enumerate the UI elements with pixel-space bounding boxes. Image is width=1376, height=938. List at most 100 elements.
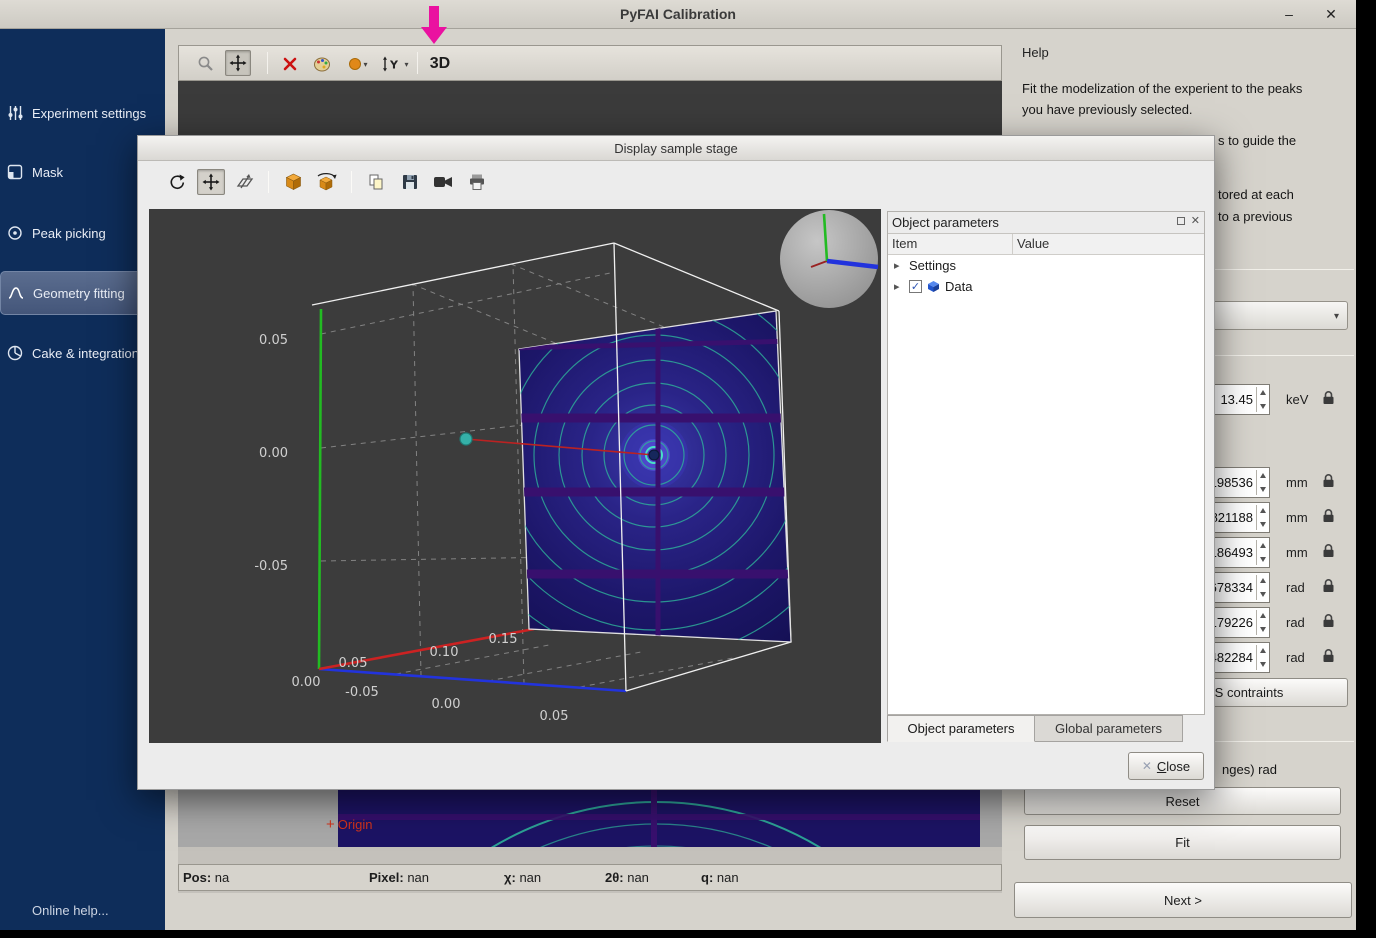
sidebar-item-label: Cake & integration bbox=[32, 346, 139, 361]
plane-select-button[interactable] bbox=[231, 169, 259, 195]
rotate-icon bbox=[167, 172, 187, 192]
display-sample-stage-dialog: Display sample stage bbox=[137, 135, 1215, 790]
svg-text:Y: Y bbox=[389, 59, 399, 72]
svg-text:0.10: 0.10 bbox=[430, 645, 459, 660]
param-unit: mm bbox=[1286, 545, 1308, 560]
spin-buttons[interactable] bbox=[1256, 470, 1268, 495]
param-lock-button[interactable] bbox=[1322, 613, 1335, 633]
svg-text:0.15: 0.15 bbox=[489, 632, 518, 647]
close-window-button[interactable]: ✕ bbox=[1320, 4, 1342, 24]
param-lock-button[interactable] bbox=[1322, 648, 1335, 668]
title-bar: PyFAI Calibration – ✕ bbox=[0, 0, 1356, 29]
toolbar-separator bbox=[417, 52, 418, 74]
spin-up-icon[interactable] bbox=[1260, 390, 1266, 395]
padlock-icon bbox=[1322, 473, 1335, 488]
tab-global-parameters[interactable]: Global parameters bbox=[1035, 715, 1183, 742]
param-lock-button[interactable] bbox=[1322, 508, 1335, 528]
spin-buttons[interactable] bbox=[1256, 540, 1268, 565]
expander-icon[interactable]: ▸ bbox=[894, 280, 904, 293]
red-cross-icon bbox=[282, 56, 298, 72]
video-camera-icon bbox=[433, 174, 453, 190]
beam-center-marker bbox=[649, 450, 659, 460]
sidebar-item-experiment-settings[interactable]: Experiment settings bbox=[0, 91, 165, 135]
dialog-title-bar: Display sample stage bbox=[138, 136, 1214, 161]
pan-view-button[interactable] bbox=[197, 169, 225, 195]
param-unit: rad bbox=[1286, 650, 1305, 665]
target-icon bbox=[6, 224, 24, 242]
pan-tool-button[interactable] bbox=[225, 50, 251, 76]
copy-icon bbox=[367, 173, 385, 191]
spin-buttons[interactable] bbox=[1256, 610, 1268, 635]
panel-title: Object parameters bbox=[892, 215, 999, 230]
spin-buttons[interactable] bbox=[1256, 645, 1268, 670]
dialog-title: Display sample stage bbox=[614, 141, 738, 156]
clear-button[interactable] bbox=[277, 53, 303, 75]
pie-icon bbox=[6, 344, 24, 362]
help-text-fragment: to a previous bbox=[1218, 209, 1292, 224]
spin-buttons[interactable] bbox=[1256, 505, 1268, 530]
reset-button[interactable]: Reset bbox=[1024, 787, 1341, 815]
param-unit: mm bbox=[1286, 475, 1308, 490]
window-title: PyFAI Calibration bbox=[0, 6, 1356, 22]
combo-caret-icon: ▾ bbox=[1334, 311, 1339, 322]
cube-rotate-icon bbox=[315, 172, 339, 192]
minimize-button[interactable]: – bbox=[1278, 4, 1300, 24]
spin-down-icon[interactable] bbox=[1260, 404, 1266, 409]
online-help-link[interactable]: Online help... bbox=[32, 903, 109, 918]
status-2theta: 2θ: nan bbox=[605, 870, 649, 885]
colormap-button[interactable] bbox=[309, 53, 335, 75]
floppy-save-icon bbox=[401, 173, 419, 191]
next-button[interactable]: Next > bbox=[1014, 882, 1352, 918]
bounding-box-button[interactable] bbox=[279, 169, 307, 195]
column-value[interactable]: Value bbox=[1013, 234, 1204, 254]
main-toolbar: ▾ Y ▾ 3D bbox=[178, 45, 1002, 81]
toolbar-separator bbox=[267, 52, 268, 74]
spin-buttons[interactable] bbox=[1256, 387, 1268, 412]
dropdown-caret-icon: ▾ bbox=[404, 60, 408, 69]
tab-object-parameters[interactable]: Object parameters bbox=[887, 715, 1035, 742]
dialog-close-button[interactable]: ✕ Close bbox=[1128, 752, 1204, 780]
param-lock-button[interactable] bbox=[1322, 543, 1335, 563]
help-title: Help bbox=[1022, 45, 1049, 60]
energy-value: 13.45 bbox=[1220, 392, 1253, 407]
marker-style-button[interactable]: ▾ bbox=[342, 53, 374, 75]
toolbar-separator bbox=[268, 171, 269, 193]
3d-viewport[interactable]: 0.05 0.00 -0.05 0.00 0.05 0.10 0.15 -0.0… bbox=[149, 209, 881, 743]
tree-column-headers: Item Value bbox=[888, 234, 1204, 255]
status-chi: χ: nan bbox=[504, 870, 541, 885]
arrow-stem bbox=[429, 6, 439, 27]
tree-row-settings[interactable]: ▸ Settings bbox=[888, 255, 1204, 276]
rotate-scene-button[interactable] bbox=[311, 169, 343, 195]
close-panel-icon[interactable]: ✕ bbox=[1191, 216, 1200, 226]
zoom-tool-button[interactable] bbox=[193, 53, 219, 75]
param-lock-button[interactable] bbox=[1322, 473, 1335, 493]
data-visibility-checkbox[interactable]: ✓ bbox=[909, 280, 922, 293]
record-video-button[interactable] bbox=[429, 169, 457, 195]
float-panel-icon[interactable] bbox=[1177, 217, 1185, 225]
fit-button[interactable]: Fit bbox=[1024, 825, 1341, 860]
save-button[interactable] bbox=[396, 169, 424, 195]
panel-header: Object parameters ✕ bbox=[888, 212, 1204, 234]
tree-row-data[interactable]: ▸ ✓ Data bbox=[888, 276, 1204, 297]
pan-arrows-icon bbox=[202, 173, 220, 191]
print-button[interactable] bbox=[463, 169, 491, 195]
help-text-fragment: tored at each bbox=[1218, 187, 1294, 202]
y-axis-icon: Y bbox=[381, 56, 403, 72]
status-bar: Pos: na Pixel: nan χ: nan 2θ: nan q: nan bbox=[178, 864, 1002, 891]
copy-button[interactable] bbox=[362, 169, 390, 195]
rotate-view-button[interactable] bbox=[163, 169, 191, 195]
param-lock-button[interactable] bbox=[1322, 578, 1335, 598]
column-item[interactable]: Item bbox=[888, 234, 1013, 254]
magnifier-icon bbox=[197, 55, 215, 73]
svg-text:-0.05: -0.05 bbox=[345, 685, 379, 700]
orientation-indicator bbox=[780, 210, 878, 308]
spin-buttons[interactable] bbox=[1256, 575, 1268, 600]
energy-unit: keV bbox=[1286, 392, 1308, 407]
help-text-fragment: s to guide the bbox=[1218, 133, 1296, 148]
3d-visualization-button[interactable]: 3D bbox=[425, 53, 455, 75]
dialog-toolbar bbox=[138, 161, 1214, 201]
svg-text:0.05: 0.05 bbox=[339, 656, 368, 671]
y-axis-orientation-button[interactable]: Y ▾ bbox=[377, 53, 413, 75]
energy-lock-button[interactable] bbox=[1322, 390, 1335, 410]
expander-icon[interactable]: ▸ bbox=[894, 259, 904, 272]
